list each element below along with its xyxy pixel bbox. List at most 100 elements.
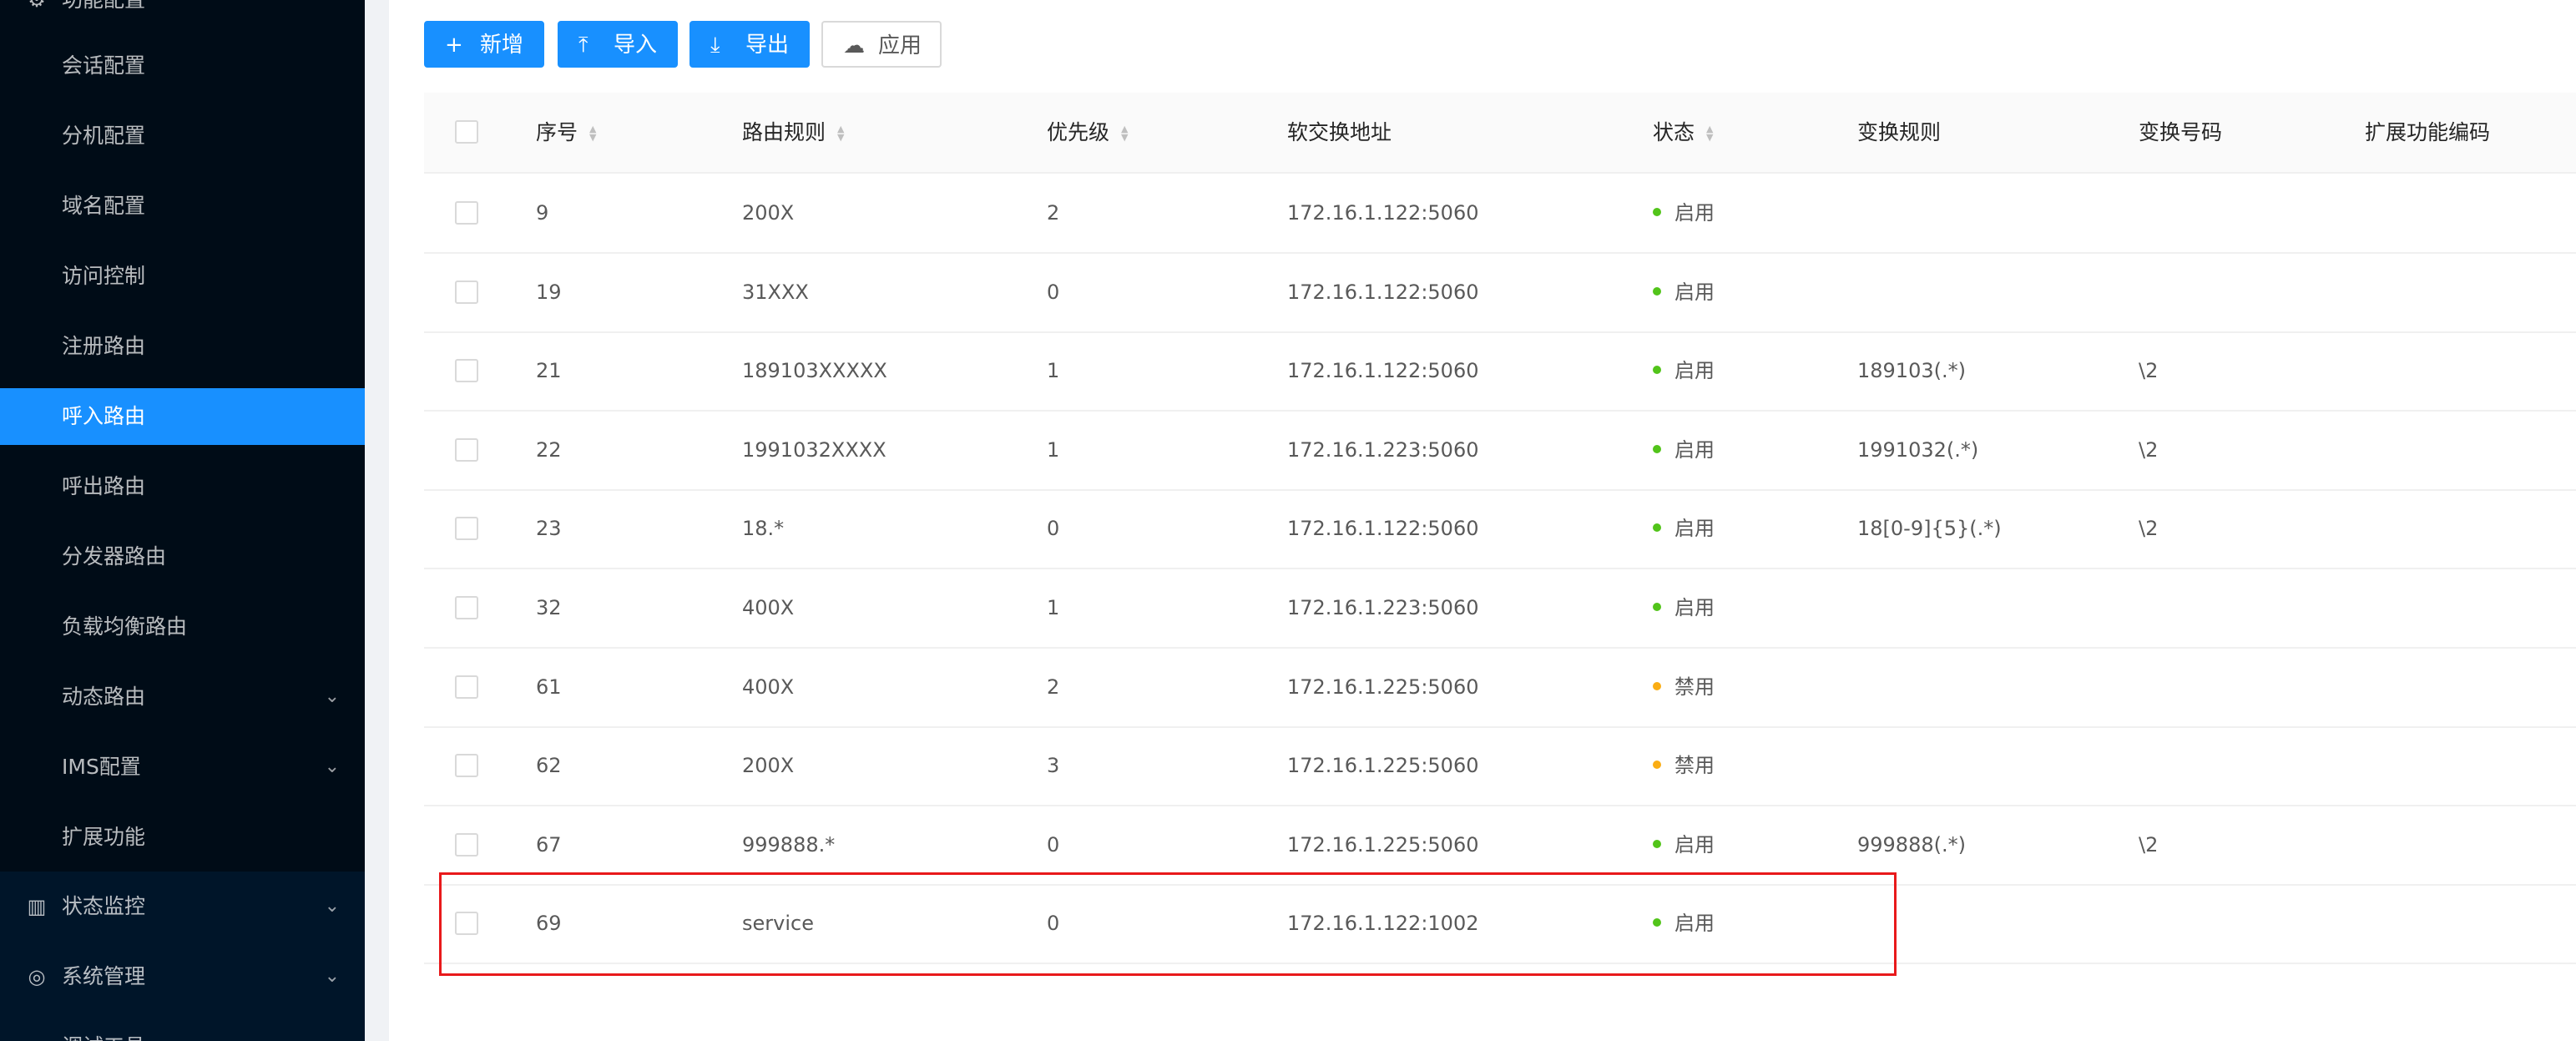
cell-status: 禁用 bbox=[1653, 726, 1715, 805]
cell-rule: 200X bbox=[742, 754, 795, 778]
sidebar-group-function-config[interactable]: ⚙ 功能配置 bbox=[0, 0, 365, 28]
sidebar-item[interactable]: 呼出路由 bbox=[0, 458, 365, 515]
sidebar-item[interactable]: 扩展功能 bbox=[0, 809, 365, 866]
sidebar-item[interactable]: 分发器路由 bbox=[0, 528, 365, 585]
table-row[interactable]: 61 400X 2 172.16.1.225:5060 禁用 bbox=[424, 648, 2576, 728]
apply-button[interactable]: ☁ 应用 bbox=[821, 21, 942, 68]
sidebar-item-label: 注册路由 bbox=[62, 334, 146, 358]
sidebar-item[interactable]: 域名配置 bbox=[0, 178, 365, 235]
column-header-extension: 扩展功能编码 bbox=[2365, 120, 2491, 144]
cell-rule: 999888.* bbox=[742, 832, 836, 857]
sidebar-item[interactable]: IMS配置 ⌄ bbox=[0, 739, 365, 796]
sort-icon[interactable]: ▲ ▼ bbox=[1706, 124, 1713, 142]
row-checkbox[interactable] bbox=[455, 596, 478, 619]
cell-rule: 400X bbox=[742, 675, 795, 699]
status-text: 启用 bbox=[1674, 517, 1715, 541]
row-checkbox[interactable] bbox=[455, 832, 478, 857]
sidebar-item-label: 负载均衡路由 bbox=[62, 614, 188, 639]
sort-icon[interactable]: ▲ ▼ bbox=[1121, 124, 1128, 142]
cell-id: 9 bbox=[536, 201, 549, 225]
cell-priority: 1 bbox=[1047, 437, 1060, 462]
cell-address: 172.16.1.122:5060 bbox=[1287, 517, 1479, 541]
status-text: 启用 bbox=[1674, 437, 1715, 462]
status-dot-icon bbox=[1653, 761, 1661, 770]
row-checkbox[interactable] bbox=[455, 280, 478, 304]
table-row[interactable]: 69 service 0 172.16.1.122:1002 启用 bbox=[424, 884, 2576, 965]
sidebar-item[interactable]: 会话配置 bbox=[0, 38, 365, 94]
status-text: 启用 bbox=[1674, 201, 1715, 225]
column-header-number: 变换号码 bbox=[2139, 120, 2223, 144]
cell-status: 启用 bbox=[1653, 806, 1715, 884]
cell-rule: 400X bbox=[742, 596, 795, 619]
cell-id: 19 bbox=[536, 280, 562, 304]
download-icon: ⤓ bbox=[710, 33, 720, 58]
table-row[interactable]: 19 31XXX 0 172.16.1.122:5060 启用 bbox=[424, 253, 2576, 333]
cell-number: \2 bbox=[2139, 359, 2159, 383]
cell-address: 172.16.1.225:5060 bbox=[1287, 675, 1479, 699]
status-dot-icon bbox=[1653, 839, 1661, 848]
status-text: 禁用 bbox=[1674, 675, 1715, 699]
column-header-status[interactable]: 状态 ▲ ▼ bbox=[1653, 93, 1713, 172]
status-text: 启用 bbox=[1674, 359, 1715, 383]
cell-transform: 18[0-9]{5}(.*) bbox=[1857, 517, 2002, 541]
cell-priority: 2 bbox=[1047, 675, 1060, 699]
status-text: 启用 bbox=[1674, 912, 1715, 936]
table-row[interactable]: 22 1991032XXXX 1 172.16.1.223:5060 启用 1991032… bbox=[424, 411, 2576, 491]
status-dot-icon bbox=[1653, 603, 1661, 611]
sidebar-top-item[interactable]: ◎ 系统管理 ⌄ bbox=[0, 948, 365, 1005]
main-content: + 新增 ⤒ 导入 ⤓ 导出 ☁ 应用 序号 ▲ ▼ 路由规则 ▲ ▼ 优先级 ▲ ▼ bbox=[389, 0, 2576, 1041]
sidebar-item[interactable]: 注册路由 bbox=[0, 318, 365, 375]
export-button[interactable]: ⤓ 导出 bbox=[689, 21, 810, 68]
cell-address: 172.16.1.122:1002 bbox=[1287, 912, 1479, 936]
upload-icon: ⤒ bbox=[578, 33, 588, 58]
row-checkbox[interactable] bbox=[455, 754, 478, 778]
row-checkbox[interactable] bbox=[455, 201, 478, 225]
select-all-checkbox[interactable] bbox=[455, 120, 478, 144]
sidebar-item-label: 系统管理 bbox=[62, 964, 146, 988]
column-header-id[interactable]: 序号 ▲ ▼ bbox=[536, 93, 596, 172]
sidebar-item[interactable]: 动态路由 ⌄ bbox=[0, 669, 365, 725]
cell-address: 172.16.1.223:5060 bbox=[1287, 596, 1479, 619]
gear-icon: ⚙ bbox=[28, 0, 46, 12]
cell-status: 启用 bbox=[1653, 884, 1715, 963]
status-dot-icon bbox=[1653, 444, 1661, 453]
sidebar-top-item[interactable]: 调试工具 bbox=[0, 1018, 365, 1041]
row-checkbox[interactable] bbox=[455, 675, 478, 699]
table-header: 序号 ▲ ▼ 路由规则 ▲ ▼ 优先级 ▲ ▼ 软交换地址 状态 ▲ ▼ 变换规则 变换号码 扩… bbox=[424, 93, 2576, 174]
sidebar-item[interactable]: 分机配置 bbox=[0, 108, 365, 164]
add-button[interactable]: + 新增 bbox=[424, 21, 544, 68]
row-checkbox[interactable] bbox=[455, 912, 478, 936]
table-row[interactable]: 62 200X 3 172.16.1.225:5060 禁用 bbox=[424, 726, 2576, 807]
cell-priority: 1 bbox=[1047, 596, 1060, 619]
table-row[interactable]: 21 189103XXXXX 1 172.16.1.122:5060 启用 189103(… bbox=[424, 331, 2576, 412]
table-row[interactable]: 32 400X 1 172.16.1.223:5060 启用 bbox=[424, 569, 2576, 649]
sidebar-item[interactable]: 访问控制 bbox=[0, 248, 365, 305]
table-row[interactable]: 9 200X 2 172.16.1.122:5060 启用 bbox=[424, 174, 2576, 254]
import-button[interactable]: ⤒ 导入 bbox=[558, 21, 678, 68]
sidebar-item-label: 呼出路由 bbox=[62, 474, 146, 498]
table-row[interactable]: 67 999888.* 0 172.16.1.225:5060 启用 999888(.*)… bbox=[424, 806, 2576, 886]
cell-status: 启用 bbox=[1653, 174, 1715, 252]
sidebar-item-label: 呼入路由 bbox=[62, 404, 146, 428]
cell-status: 禁用 bbox=[1653, 648, 1715, 726]
cell-address: 172.16.1.122:5060 bbox=[1287, 280, 1479, 304]
sidebar-item-label: 会话配置 bbox=[62, 53, 146, 78]
sidebar-item-label: 访问控制 bbox=[62, 264, 146, 288]
row-checkbox[interactable] bbox=[455, 359, 478, 383]
sort-icon[interactable]: ▲ ▼ bbox=[589, 124, 596, 142]
column-header-rule[interactable]: 路由规则 ▲ ▼ bbox=[742, 93, 844, 172]
row-checkbox[interactable] bbox=[455, 517, 478, 541]
sort-icon[interactable]: ▲ ▼ bbox=[837, 124, 844, 142]
sidebar-item-label: 动态路由 bbox=[62, 685, 146, 709]
row-checkbox[interactable] bbox=[455, 437, 478, 462]
sidebar-top-item[interactable]: ▥ 状态监控 ⌄ bbox=[0, 878, 365, 935]
sidebar-item[interactable]: 呼入路由 bbox=[0, 388, 365, 445]
sidebar-item-label: 域名配置 bbox=[62, 194, 146, 218]
status-text: 启用 bbox=[1674, 596, 1715, 619]
cell-priority: 3 bbox=[1047, 754, 1060, 778]
sidebar-item[interactable]: 负载均衡路由 bbox=[0, 599, 365, 655]
column-header-priority[interactable]: 优先级 ▲ ▼ bbox=[1047, 93, 1128, 172]
chevron-down-icon: ⌄ bbox=[324, 686, 340, 707]
table-row[interactable]: 23 18.* 0 172.16.1.122:5060 启用 18[0-9]{5}(.*)… bbox=[424, 489, 2576, 570]
sidebar-item-label: IMS配置 bbox=[62, 755, 141, 779]
